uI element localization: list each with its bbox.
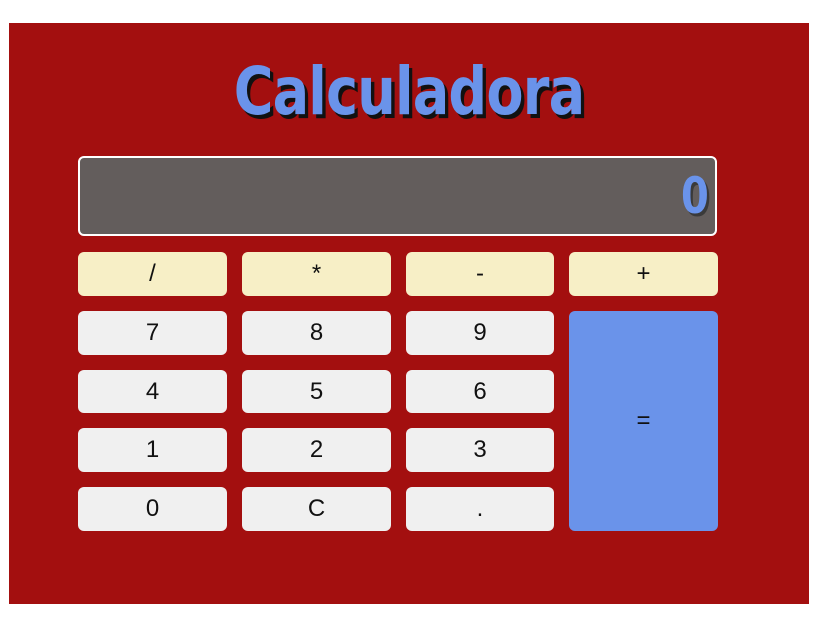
subtract-button[interactable]: - [406,252,554,296]
digit-4-button[interactable]: 4 [78,370,227,413]
equals-button[interactable]: = [569,311,718,531]
digit-1-button[interactable]: 1 [78,428,227,472]
page-title: Calculadora [233,53,585,130]
digit-3-button[interactable]: 3 [406,428,554,472]
digit-0-button[interactable]: 0 [78,487,227,531]
digit-5-button[interactable]: 5 [242,370,391,413]
calculator-app: Calculadora 0 / * - + 7 8 9 = 4 5 6 1 2 … [9,23,809,604]
digit-6-button[interactable]: 6 [406,370,554,413]
display-value: 0 [681,167,709,225]
calculator-display: 0 [78,156,717,236]
multiply-button[interactable]: * [242,252,391,296]
digit-7-button[interactable]: 7 [78,311,227,355]
clear-button[interactable]: C [242,487,391,531]
decimal-button[interactable]: . [406,487,554,531]
divide-button[interactable]: / [78,252,227,296]
digit-2-button[interactable]: 2 [242,428,391,472]
add-button[interactable]: + [569,252,718,296]
digit-9-button[interactable]: 9 [406,311,554,355]
digit-8-button[interactable]: 8 [242,311,391,355]
